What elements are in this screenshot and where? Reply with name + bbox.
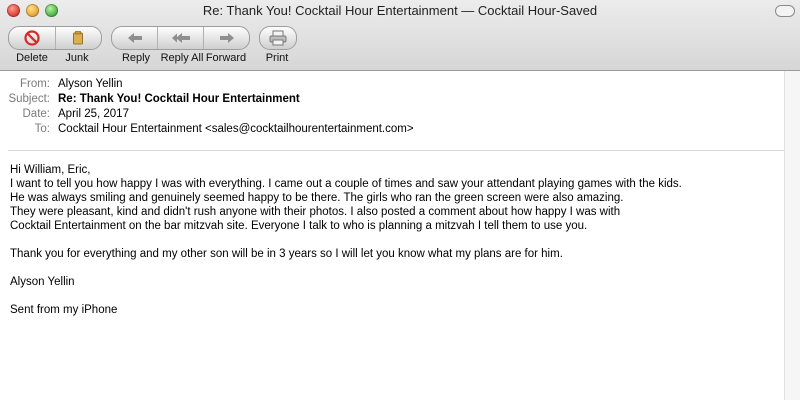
delete-junk-group	[8, 26, 102, 50]
date-row: Date: April 25, 2017	[0, 107, 800, 122]
print-button[interactable]	[259, 26, 297, 50]
to-row: To: Cocktail Hour Entertainment <sales@c…	[0, 122, 800, 137]
delete-label: Delete	[16, 52, 48, 64]
delete-icon	[24, 30, 40, 46]
reply-group	[111, 26, 250, 50]
window-chrome: Re: Thank You! Cocktail Hour Entertainme…	[0, 0, 800, 71]
junk-button[interactable]	[54, 27, 102, 49]
forward-label: Forward	[205, 52, 247, 64]
reply-arrow-icon	[127, 33, 142, 43]
window-title: Re: Thank You! Cocktail Hour Entertainme…	[202, 3, 598, 18]
vertical-scrollbar[interactable]	[784, 71, 800, 400]
junk-label: Junk	[65, 52, 89, 64]
date-value: April 25, 2017	[58, 108, 129, 120]
reply-label: Reply	[121, 52, 151, 64]
subject-label: Subject:	[8, 93, 50, 105]
from-row: From: Alyson Yellin	[0, 77, 800, 92]
sent-from-line: Sent from my iPhone	[10, 304, 118, 316]
forward-button[interactable]	[203, 27, 249, 49]
print-label: Print	[265, 52, 289, 64]
subject-row: Subject: Re: Thank You! Cocktail Hour En…	[0, 92, 800, 107]
delete-button[interactable]	[9, 27, 55, 49]
title-bar: Re: Thank You! Cocktail Hour Entertainme…	[0, 0, 800, 22]
to-value[interactable]: Cocktail Hour Entertainment <sales@cockt…	[58, 122, 414, 137]
subject-value: Re: Thank You! Cocktail Hour Entertainme…	[58, 93, 300, 105]
body-line: They were pleasant, kind and didn't rush…	[10, 206, 621, 218]
date-label: Date:	[22, 108, 51, 120]
reply-all-button[interactable]	[157, 27, 203, 49]
reply-all-label: Reply All	[160, 52, 204, 64]
from-value[interactable]: Alyson Yellin	[58, 77, 123, 92]
body-line: Cocktail Entertainment on the bar mitzva…	[10, 220, 588, 232]
forward-arrow-icon	[219, 33, 234, 43]
junk-icon	[73, 31, 84, 45]
to-label: To:	[34, 123, 50, 135]
toolbar-toggle-button[interactable]	[775, 5, 795, 17]
from-label: From:	[19, 78, 50, 90]
body-line: I want to tell you how happy I was with …	[10, 178, 682, 190]
reply-button[interactable]	[112, 27, 157, 49]
header-divider	[8, 150, 786, 151]
body-line: He was always smiling and genuinely seem…	[10, 192, 624, 204]
greeting-line: Hi William, Eric,	[10, 164, 91, 176]
mail-window: Re: Thank You! Cocktail Hour Entertainme…	[0, 0, 800, 400]
message-body: Hi William, Eric, I want to tell you how…	[10, 163, 780, 317]
toolbar: Delete Junk Reply Reply All Forward Prin…	[0, 22, 800, 70]
signature-line: Alyson Yellin	[10, 276, 75, 288]
reply-all-arrow-icon	[171, 33, 190, 43]
message-headers: From: Alyson Yellin Subject: Re: Thank Y…	[0, 77, 800, 137]
body-line: Thank you for everything and my other so…	[10, 248, 563, 260]
printer-icon	[269, 30, 287, 46]
